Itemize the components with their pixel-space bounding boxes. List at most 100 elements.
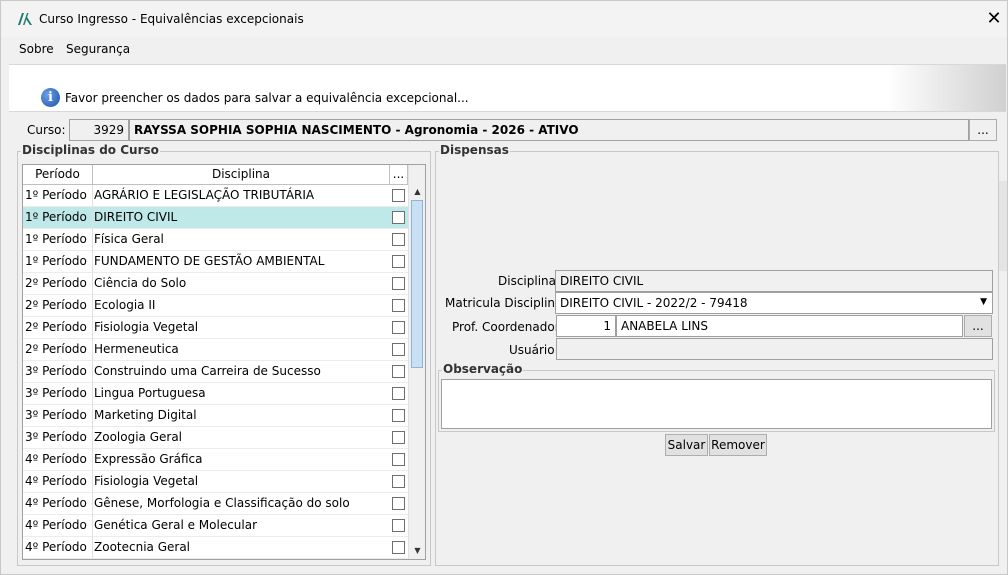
table-row[interactable]: 3º Período Construindo uma Carreira de Su… <box>23 361 408 383</box>
table-row[interactable]: 2º Período Ciência do Solo <box>23 273 408 295</box>
row-checkbox[interactable] <box>392 365 405 378</box>
curso-label: Curso: <box>27 123 66 137</box>
menu-bar: Sobre Segurança <box>1 39 1007 61</box>
table-row[interactable]: 4º Período Fisiologia Vegetal <box>23 471 408 493</box>
disciplinas-group-title: Disciplinas do Curso <box>21 143 160 157</box>
table-row[interactable]: 3º Período Marketing Digital <box>23 405 408 427</box>
table-row[interactable]: 1º Período DIREITO CIVIL <box>23 207 408 229</box>
table-row[interactable]: 1º Período AGRÁRIO E LEGISLAÇÃO TRIBUTÁRI… <box>23 185 408 207</box>
observacao-group-title: Observação <box>442 362 524 376</box>
scroll-thumb[interactable] <box>411 200 423 368</box>
row-checkbox[interactable] <box>392 387 405 400</box>
column-header-select[interactable]: ... <box>390 165 408 185</box>
table-row[interactable]: 4º Período Gênese, Morfologia e Classific… <box>23 493 408 515</box>
disciplina-cell: Expressão Gráfica <box>94 452 203 466</box>
row-checkbox[interactable] <box>392 321 405 334</box>
row-checkbox[interactable] <box>392 475 405 488</box>
matricula-select-value: DIREITO CIVIL - 2022/2 - 79418 <box>560 296 748 310</box>
disciplina-cell: Ecologia II <box>94 298 156 312</box>
column-header-disciplina[interactable]: Disciplina <box>93 165 390 185</box>
title-bar: Curso Ingresso - Equivalências excepcion… <box>1 1 1007 37</box>
row-checkbox[interactable] <box>392 211 405 224</box>
column-separator <box>92 383 93 405</box>
column-header-periodo[interactable]: Período <box>23 165 93 185</box>
periodo-cell: 1º Período <box>25 210 87 224</box>
disciplina-cell: Gênese, Morfologia e Classificação do so… <box>94 496 350 510</box>
prof-lookup-button[interactable]: ... <box>964 315 992 337</box>
periodo-cell: 2º Período <box>25 276 87 290</box>
periodo-cell: 3º Período <box>25 364 87 378</box>
periodo-cell: 3º Período <box>25 430 87 444</box>
table-row[interactable]: 2º Período Ecologia II <box>23 295 408 317</box>
row-checkbox[interactable] <box>392 519 405 532</box>
column-separator <box>92 185 93 207</box>
menu-sobre[interactable]: Sobre <box>19 42 54 56</box>
column-separator <box>92 273 93 295</box>
disciplina-cell: Zootecnia Geral <box>94 540 190 554</box>
prof-name-field[interactable]: ANABELA LINS <box>616 315 963 337</box>
row-checkbox[interactable] <box>392 277 405 290</box>
curso-code-field[interactable]: 3929 <box>69 119 129 141</box>
salvar-button[interactable]: Salvar <box>665 434 708 456</box>
row-checkbox[interactable] <box>392 189 405 202</box>
prof-code-field[interactable]: 1 <box>556 315 616 337</box>
column-separator <box>92 295 93 317</box>
curso-lookup-button[interactable]: ... <box>969 119 997 141</box>
disciplina-cell: AGRÁRIO E LEGISLAÇÃO TRIBUTÁRIA <box>94 188 315 202</box>
menu-seguranca[interactable]: Segurança <box>66 42 130 56</box>
table-row[interactable]: 4º Período Expressão Gráfica <box>23 449 408 471</box>
main-window: Curso Ingresso - Equivalências excepcion… <box>0 0 1008 575</box>
matricula-label: Matricula Disciplina: <box>445 296 567 310</box>
table-row[interactable]: 4º Período Zootecnia Geral <box>23 537 408 559</box>
row-checkbox[interactable] <box>392 431 405 444</box>
table-row[interactable]: 1º Período Física Geral <box>23 229 408 251</box>
dropdown-arrow-icon[interactable]: ▼ <box>980 297 987 307</box>
grid-scrollbar[interactable]: ▲ ▼ <box>408 165 425 559</box>
disciplina-cell: FUNDAMENTO DE GESTÃO AMBIENTAL <box>94 254 325 268</box>
column-separator <box>92 515 93 537</box>
row-checkbox[interactable] <box>392 299 405 312</box>
disciplina-cell: DIREITO CIVIL <box>94 210 178 224</box>
disciplina-field[interactable]: DIREITO CIVIL <box>555 270 993 292</box>
table-row[interactable]: 1º Período FUNDAMENTO DE GESTÃO AMBIENTAL <box>23 251 408 273</box>
scroll-up-arrow-icon[interactable]: ▲ <box>409 183 425 200</box>
row-checkbox[interactable] <box>392 409 405 422</box>
usuario-field[interactable] <box>556 338 993 360</box>
disciplina-cell: Lingua Portuguesa <box>94 386 206 400</box>
row-checkbox[interactable] <box>392 497 405 510</box>
table-row[interactable]: 4º Período Genética Geral e Molecular <box>23 515 408 537</box>
periodo-cell: 4º Período <box>25 540 87 554</box>
close-button[interactable]: ✕ <box>981 1 1007 37</box>
table-row[interactable]: 2º Período Fisiologia Vegetal <box>23 317 408 339</box>
periodo-cell: 1º Período <box>25 188 87 202</box>
row-checkbox[interactable] <box>392 343 405 356</box>
table-row[interactable]: 3º Período Lingua Portuguesa <box>23 383 408 405</box>
table-row[interactable]: 2º Período Hermeneutica <box>23 339 408 361</box>
app-logo-icon <box>18 13 32 25</box>
disciplina-cell: Construindo uma Carreira de Sucesso <box>94 364 321 378</box>
window-edge-strip <box>999 181 1007 271</box>
row-checkbox[interactable] <box>392 453 405 466</box>
disciplina-cell: Hermeneutica <box>94 342 179 356</box>
column-separator <box>92 317 93 339</box>
dispensas-group-title: Dispensas <box>439 143 510 157</box>
info-icon: i <box>41 88 60 107</box>
row-checkbox[interactable] <box>392 541 405 554</box>
curso-description-field[interactable]: RAYSSA SOPHIA SOPHIA NASCIMENTO - Agrono… <box>129 119 969 141</box>
periodo-cell: 3º Período <box>25 408 87 422</box>
column-separator <box>92 207 93 229</box>
periodo-cell: 2º Período <box>25 320 87 334</box>
periodo-cell: 4º Período <box>25 474 87 488</box>
scroll-down-arrow-icon[interactable]: ▼ <box>409 542 425 559</box>
observacao-textarea[interactable] <box>441 379 992 429</box>
remover-button[interactable]: Remover <box>709 434 767 456</box>
disciplina-cell: Marketing Digital <box>94 408 197 422</box>
grid-rows: 1º Período AGRÁRIO E LEGISLAÇÃO TRIBUTÁRI… <box>23 185 408 559</box>
grid-header: Período Disciplina ... <box>23 165 408 185</box>
disciplina-cell: Fisiologia Vegetal <box>94 320 199 334</box>
row-checkbox[interactable] <box>392 233 405 246</box>
row-checkbox[interactable] <box>392 255 405 268</box>
matricula-select[interactable]: DIREITO CIVIL - 2022/2 - 79418 ▼ <box>555 292 993 314</box>
table-row[interactable]: 3º Período Zoologia Geral <box>23 427 408 449</box>
periodo-cell: 4º Período <box>25 496 87 510</box>
